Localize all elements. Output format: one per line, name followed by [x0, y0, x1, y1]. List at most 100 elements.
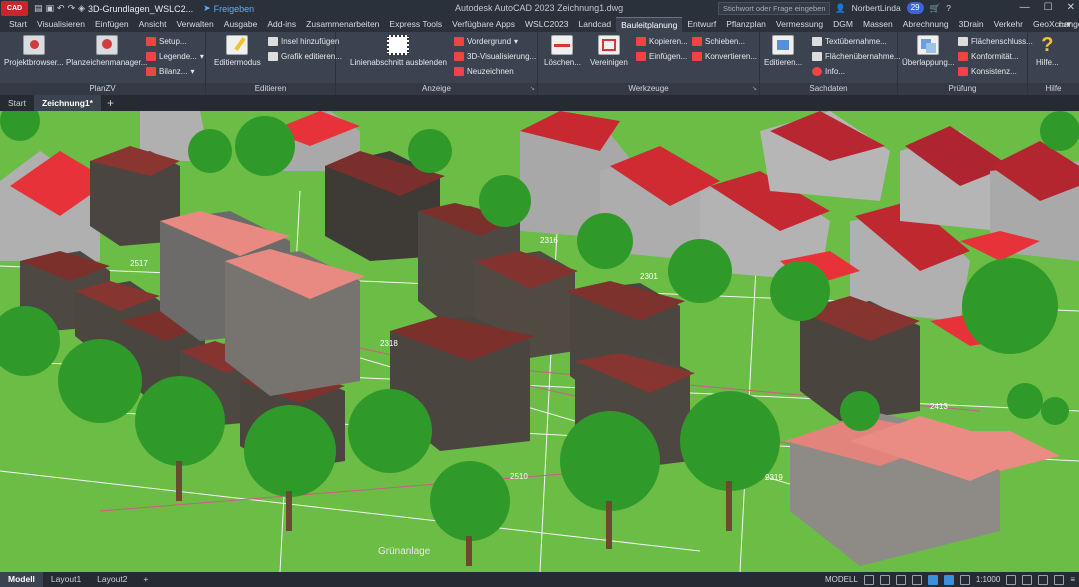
- ribbon-tab-geoxchange[interactable]: GeoXchange: [1028, 17, 1079, 32]
- ribbon-tab-verf-gbare-apps[interactable]: Verfügbare Apps: [447, 17, 520, 32]
- hilfe-button[interactable]: ? Hilfe...: [1036, 35, 1059, 67]
- einfuegen-button[interactable]: Einfügen...: [636, 52, 687, 61]
- drawing-viewport[interactable]: Grünanlage 2510 2301 2319 2413 2318 2517…: [0, 111, 1079, 572]
- info-button[interactable]: Info...: [812, 67, 845, 76]
- ribbon-tab-3drain[interactable]: 3Drain: [954, 17, 989, 32]
- ribbon-tab-verkehr[interactable]: Verkehr: [989, 17, 1028, 32]
- ribbon-tab-verwalten[interactable]: Verwalten: [171, 17, 218, 32]
- group-title-werkzeuge: Werkzeuge ↘: [538, 83, 759, 95]
- new-layout-icon[interactable]: +: [135, 572, 156, 587]
- ortho-icon[interactable]: [895, 574, 906, 585]
- minimize-icon[interactable]: —: [1020, 2, 1030, 13]
- workspace-icon[interactable]: ◈: [78, 3, 85, 14]
- flaechenuebernahme-button[interactable]: Flächenübernahme...: [812, 52, 901, 61]
- konsistenz-button[interactable]: Konsistenz...: [958, 67, 1017, 76]
- osnap-icon[interactable]: [927, 574, 938, 585]
- fullscreen-icon[interactable]: [1054, 574, 1065, 585]
- isolate-icon[interactable]: [1038, 574, 1049, 585]
- ribbon-tab-einf-gen[interactable]: Einfügen: [90, 17, 134, 32]
- ribbon-tab-wslc2023[interactable]: WSLC2023: [520, 17, 573, 32]
- loeschen-button[interactable]: Löschen...: [544, 35, 581, 67]
- ribbon-tab-ausgabe[interactable]: Ausgabe: [219, 17, 263, 32]
- layout-tab-model[interactable]: Modell: [0, 572, 43, 587]
- legende-button[interactable]: Legende... ▾: [146, 52, 204, 61]
- layout-tab-layout2[interactable]: Layout2: [89, 572, 135, 587]
- ribbon-tab-bauleitplanung[interactable]: Bauleitplanung: [616, 17, 683, 32]
- ribbon-tab-zusammenarbeiten[interactable]: Zusammenarbeiten: [301, 17, 384, 32]
- user-name[interactable]: NorbertLinda: [852, 3, 901, 13]
- layout-tab-layout1[interactable]: Layout1: [43, 572, 89, 587]
- 3d-scene[interactable]: Grünanlage 2510 2301 2319 2413 2318 2517…: [0, 111, 1079, 572]
- ribbon-tab-landcad[interactable]: Landcad: [574, 17, 617, 32]
- ribbon-tab-entwurf[interactable]: Entwurf: [682, 17, 721, 32]
- bilanz-button[interactable]: Bilanz... ▾: [146, 67, 194, 76]
- share-button[interactable]: ➤ Freigeben: [203, 3, 254, 14]
- konvertieren-button[interactable]: Konvertieren...: [692, 52, 757, 61]
- maximize-icon[interactable]: ☐: [1044, 2, 1053, 13]
- new-tab-icon[interactable]: +: [101, 95, 120, 111]
- project-name[interactable]: 3D-Grundlagen_WSLC2...: [88, 4, 193, 14]
- autocad-logo[interactable]: CAD: [1, 1, 28, 16]
- werkzeuge-launcher-icon[interactable]: ↘: [752, 83, 757, 95]
- search-input[interactable]: Stichwort oder Frage eingeben: [718, 2, 830, 15]
- bilanz-label: Bilanz...: [159, 67, 188, 76]
- ribbon-options-icon[interactable]: ▭▾: [1058, 17, 1071, 32]
- save-icon[interactable]: ▣: [46, 3, 55, 14]
- customize-icon[interactable]: ≡: [1070, 575, 1075, 584]
- help-icon[interactable]: ?: [946, 3, 951, 13]
- redo-icon[interactable]: ↷: [68, 3, 76, 14]
- ribbon-tab-add-ins[interactable]: Add-ins: [262, 17, 301, 32]
- legende-dropdown-icon[interactable]: ▾: [200, 52, 204, 61]
- polar-icon[interactable]: [911, 574, 922, 585]
- doc-tab-start[interactable]: Start: [0, 95, 34, 111]
- vordergrund-button[interactable]: Vordergrund ▾: [454, 37, 518, 46]
- textuebernahme-button[interactable]: Textübernahme...: [812, 37, 887, 46]
- anzeige-launcher-icon[interactable]: ↘: [530, 83, 535, 95]
- ribbon-tab-dgm[interactable]: DGM: [828, 17, 858, 32]
- annotation-scale[interactable]: 1:1000: [976, 575, 1000, 584]
- ribbon-tab-abrechnung[interactable]: Abrechnung: [898, 17, 954, 32]
- konformitaet-button[interactable]: Konformität...: [958, 52, 1019, 61]
- ribbon-tab-vermessung[interactable]: Vermessung: [771, 17, 828, 32]
- flaechenschluss-button[interactable]: Flächenschluss...: [958, 37, 1033, 46]
- setup-button[interactable]: Setup...: [146, 37, 187, 46]
- ribbon-tab-massen[interactable]: Massen: [858, 17, 898, 32]
- projektbrowser-button[interactable]: Projektbrowser...: [4, 35, 64, 67]
- vereinigen-label: Vereinigen: [590, 58, 628, 67]
- visualisierung-button[interactable]: 3D-Visualisierung...: [454, 52, 536, 61]
- schieben-button[interactable]: Schieben...: [692, 37, 745, 46]
- flaechenuebernahme-icon: [812, 52, 822, 61]
- ueberlappung-button[interactable]: Überlappung...: [902, 35, 954, 67]
- annotation-icon[interactable]: [959, 574, 970, 585]
- vordergrund-dropdown-icon[interactable]: ▾: [514, 37, 518, 46]
- ribbon-tab-visualisieren[interactable]: Visualisieren: [32, 17, 90, 32]
- undo-icon[interactable]: ↶: [57, 3, 65, 14]
- otrack-icon[interactable]: [943, 574, 954, 585]
- grafik-editieren-button[interactable]: Grafik editieren...: [268, 52, 342, 61]
- neuzeichnen-button[interactable]: Neuzeichnen: [454, 67, 514, 76]
- kopieren-button[interactable]: Kopieren...: [636, 37, 688, 46]
- planzeichenmanager-button[interactable]: Planzeichenmanager...: [66, 35, 147, 67]
- user-icon[interactable]: 👤: [835, 3, 846, 14]
- editiermodus-button[interactable]: Editiermodus: [214, 35, 261, 67]
- insel-hinzufuegen-button[interactable]: Insel hinzufügen: [268, 37, 339, 46]
- open-icon[interactable]: ▤: [34, 3, 43, 14]
- ueberlappung-label: Überlappung...: [902, 58, 955, 67]
- ribbon-tab-pflanzplan[interactable]: Pflanzplan: [721, 17, 771, 32]
- snap-icon[interactable]: [879, 574, 890, 585]
- bilanz-dropdown-icon[interactable]: ▾: [190, 67, 194, 76]
- linienabschnitt-button[interactable]: Linienabschnitt ausblenden: [350, 35, 447, 67]
- ribbon-tab-express-tools[interactable]: Express Tools: [384, 17, 447, 32]
- ribbon-tab-ansicht[interactable]: Ansicht: [134, 17, 172, 32]
- notification-badge[interactable]: 29: [906, 2, 924, 14]
- settings-icon[interactable]: [1006, 574, 1017, 585]
- vereinigen-button[interactable]: Vereinigen: [590, 35, 628, 67]
- grid-icon[interactable]: [863, 574, 874, 585]
- doc-tab-zeichnung1[interactable]: Zeichnung1*: [33, 95, 101, 111]
- model-space-toggle[interactable]: MODELL: [825, 575, 858, 584]
- ribbon-tab-start[interactable]: Start: [4, 17, 32, 32]
- plus-icon[interactable]: [1022, 574, 1033, 585]
- close-icon[interactable]: ✕: [1067, 2, 1075, 13]
- cart-icon[interactable]: 🛒: [930, 3, 941, 14]
- sachdaten-editieren-button[interactable]: Editieren...: [764, 35, 802, 67]
